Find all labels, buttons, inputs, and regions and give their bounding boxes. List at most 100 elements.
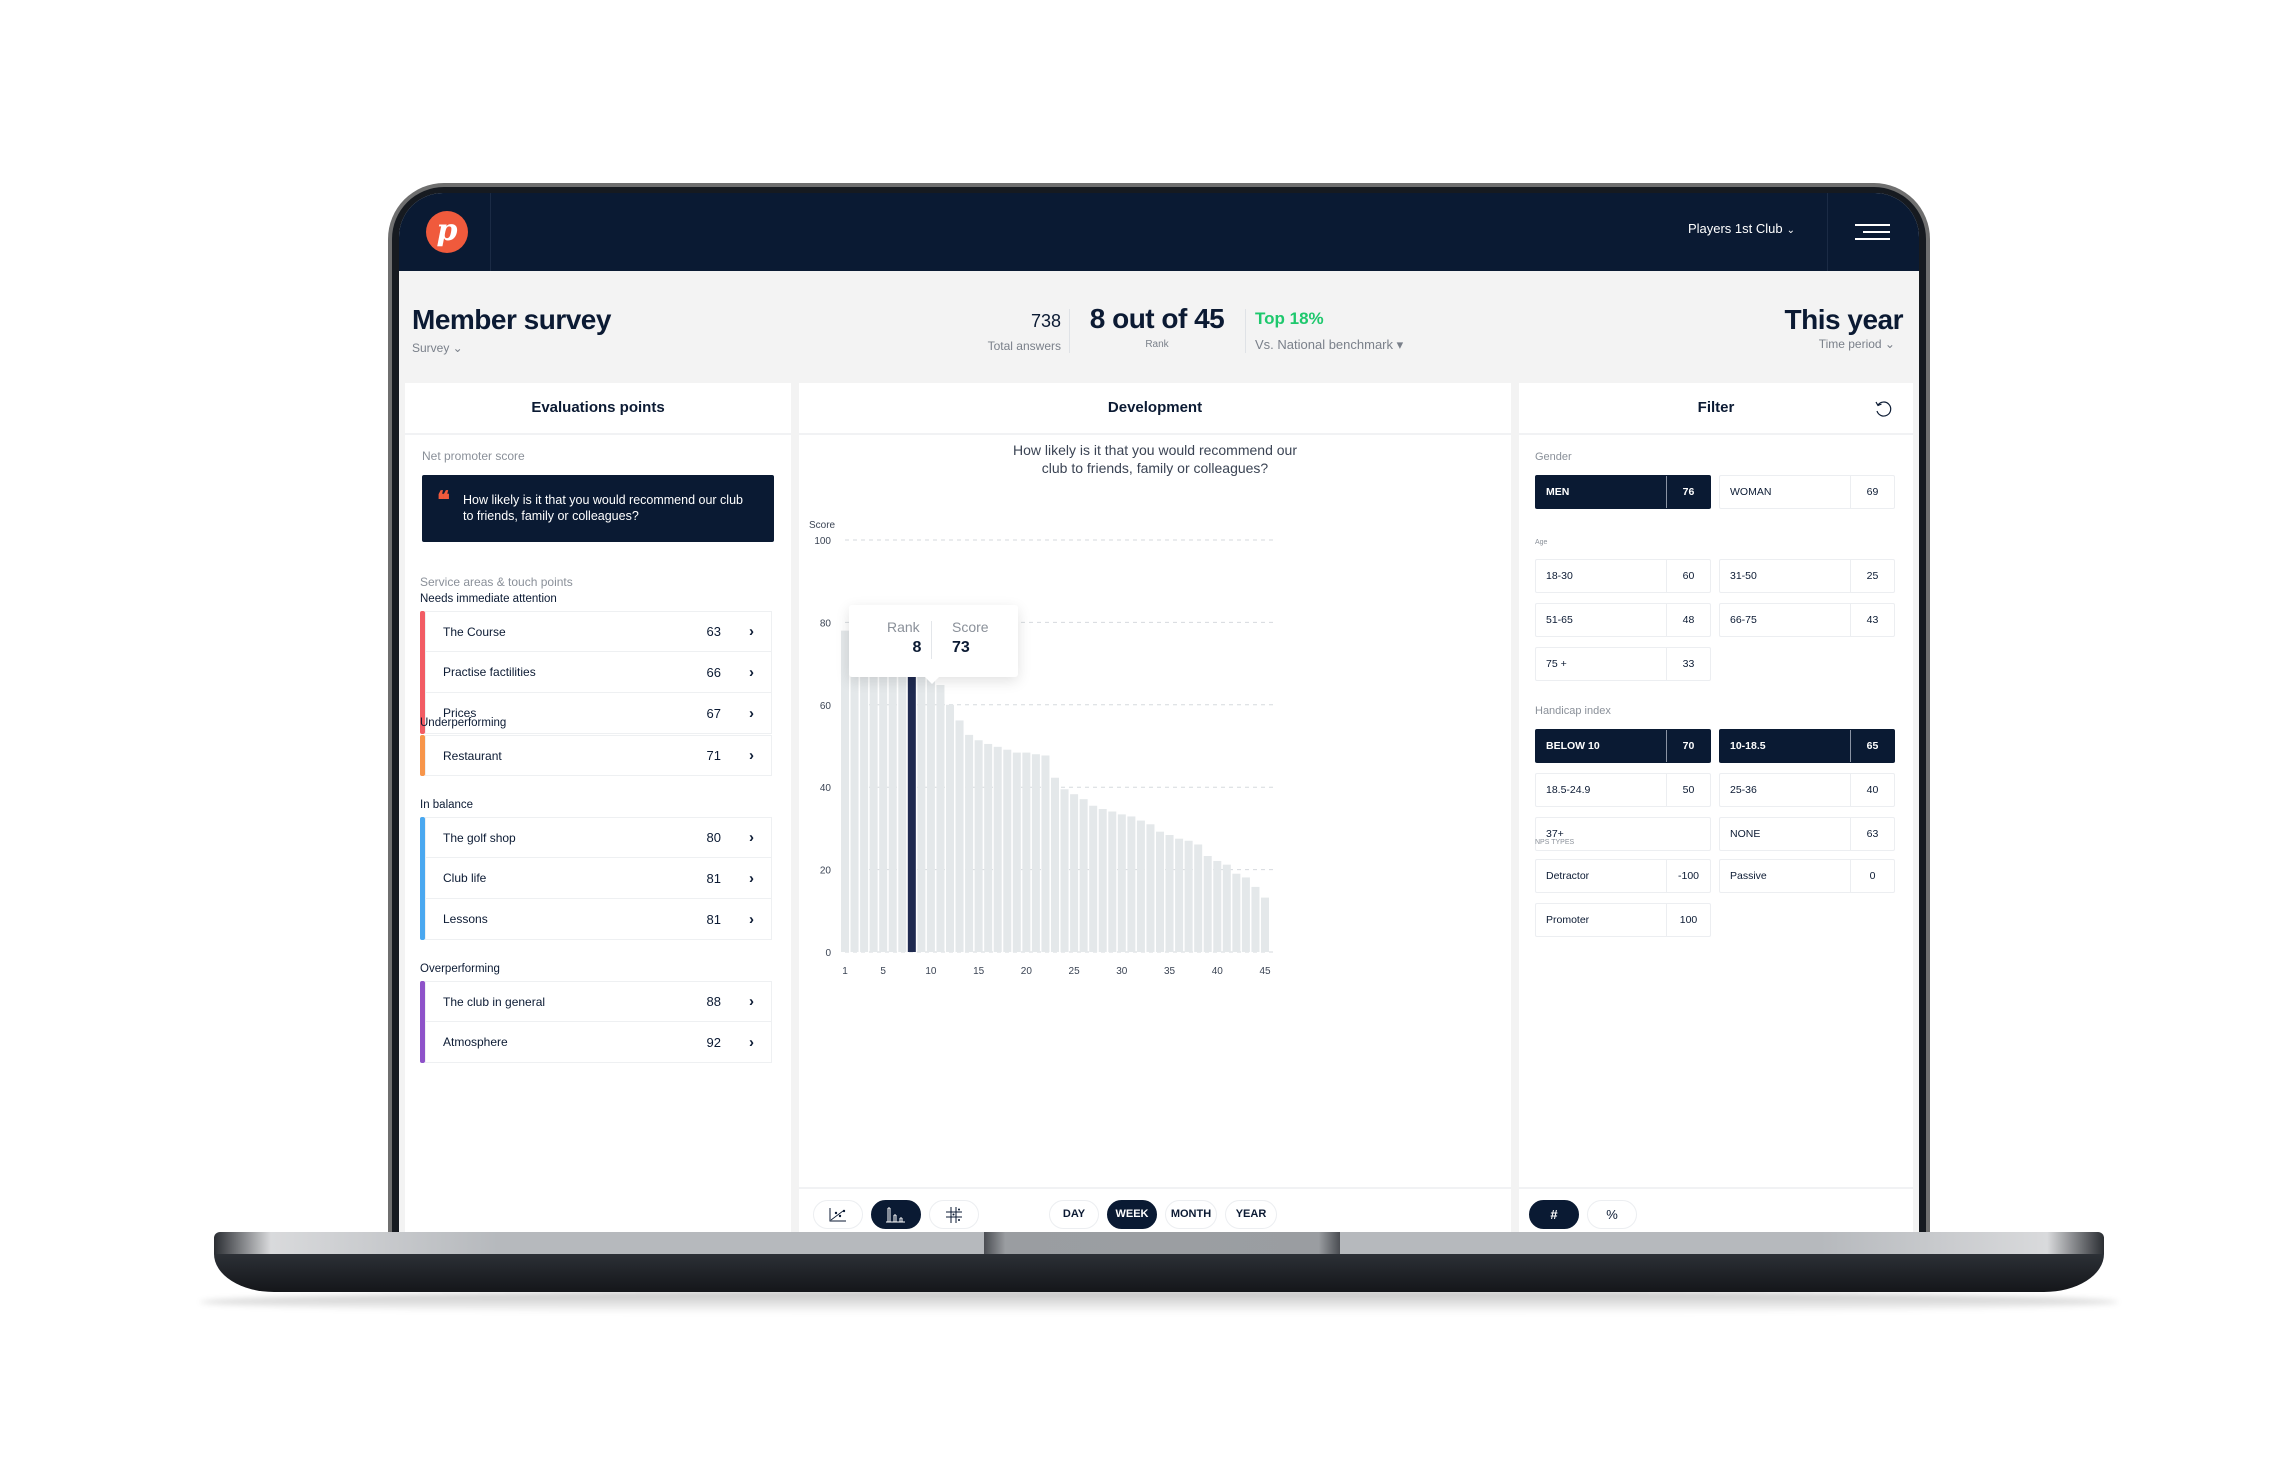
service-item-score: 81 — [706, 911, 721, 927]
chevron-down-icon: ⌄ — [1786, 225, 1795, 236]
bar — [917, 657, 926, 952]
chevron-right-icon[interactable]: › — [749, 705, 754, 722]
chevron-right-icon[interactable]: › — [749, 664, 754, 681]
menu-line — [1855, 238, 1890, 240]
development-panel: Development How likely is it that you wo… — [799, 383, 1511, 1239]
chevron-right-icon[interactable]: › — [749, 870, 754, 887]
bar — [936, 685, 945, 952]
filter-chip[interactable]: Promoter 100 — [1535, 903, 1711, 937]
chevron-right-icon[interactable]: › — [749, 747, 754, 764]
service-item-row[interactable]: Atmosphere 92 › — [425, 1022, 772, 1063]
period-week-button[interactable]: WEEK — [1107, 1200, 1157, 1229]
filter-panel: Filter Gender MEN 76 WOMAN 69 Age 18-30 60 31-50… — [1519, 383, 1913, 1239]
filter-section-label: Gender — [1535, 451, 1572, 463]
service-item-row[interactable]: The golf shop 80 › — [425, 817, 772, 858]
total-answers-label: Total answers — [987, 339, 1061, 353]
x-tick-label: 45 — [1259, 966, 1271, 977]
filter-chip-label: BELOW 10 — [1546, 740, 1600, 752]
filter-chip-label: Detractor — [1546, 870, 1590, 882]
filter-chip[interactable]: 25-36 40 — [1719, 773, 1895, 807]
filter-chip-label: 18-30 — [1546, 570, 1573, 582]
filter-chip[interactable]: 18.5-24.9 50 — [1535, 773, 1711, 807]
bar — [1175, 838, 1184, 952]
filter-chip[interactable]: BELOW 10 70 — [1535, 729, 1711, 763]
tooltip-score-value: 73 — [952, 639, 970, 656]
filter-chip[interactable]: NONE 63 — [1719, 817, 1895, 851]
benchmark-dropdown[interactable]: Vs. National benchmark ▾ — [1255, 337, 1403, 353]
filter-title-text: Filter — [1697, 399, 1735, 416]
service-group: The Course 63 › Practise factilities 66 › Pric… — [420, 611, 772, 734]
chevron-right-icon[interactable]: › — [749, 623, 754, 640]
scatter-chart-icon — [829, 1207, 846, 1221]
unit-count-button[interactable]: # — [1529, 1200, 1579, 1229]
filter-chip-label: 31-50 — [1730, 570, 1757, 582]
x-tick-label: 15 — [973, 966, 985, 977]
chevron-right-icon[interactable]: › — [749, 829, 754, 846]
filter-chip[interactable]: 51-65 48 — [1535, 603, 1711, 637]
logo-cell: p — [399, 193, 491, 271]
matrix-chart-icon — [946, 1206, 962, 1223]
survey-dropdown[interactable]: Survey ⌄ — [412, 341, 463, 355]
filter-chip[interactable]: 66-75 43 — [1719, 603, 1895, 637]
group-label: In balance — [420, 799, 474, 811]
period-day-button[interactable]: DAY — [1049, 1200, 1099, 1229]
time-period-dropdown[interactable]: Time period ⌄ — [1819, 337, 1895, 351]
laptop-mockup: p Players 1st Club ⌄ Member survey Surve… — [0, 0, 2278, 1465]
bar — [1060, 789, 1069, 952]
time-period-value: This year — [1784, 304, 1904, 335]
bar — [1041, 755, 1050, 952]
benchmark-value: Top 18% — [1255, 309, 1324, 328]
total-answers-value: 738 — [1030, 311, 1061, 331]
club-name: Players 1st Club — [1687, 221, 1783, 236]
filter-chip-label: 25-36 — [1730, 784, 1757, 796]
service-group: The golf shop 80 › Club life 81 › Lessons 81 › — [420, 817, 772, 940]
period-year-button[interactable]: YEAR — [1225, 1200, 1277, 1229]
filter-chip-value: 65 — [1850, 730, 1894, 762]
filter-chip[interactable]: 31-50 25 — [1719, 559, 1895, 593]
filter-chip[interactable]: 10-18.5 65 — [1719, 729, 1895, 763]
filter-chip[interactable]: MEN 76 — [1535, 475, 1711, 509]
y-tick-label: 40 — [820, 783, 832, 794]
tooltip-rank-label: Rank — [887, 619, 920, 635]
unit-percent-button[interactable]: % — [1587, 1200, 1637, 1229]
bar — [1012, 752, 1021, 952]
filter-chip[interactable]: WOMAN 69 — [1719, 475, 1895, 509]
chevron-right-icon[interactable]: › — [749, 993, 754, 1010]
reset-icon[interactable] — [1873, 399, 1893, 419]
brand-logo-icon[interactable]: p — [426, 211, 468, 253]
bar — [879, 647, 888, 952]
service-item-row[interactable]: The Course 63 › — [425, 611, 772, 652]
filter-chip[interactable]: 18-30 60 — [1535, 559, 1711, 593]
evaluations-panel: Evaluations points Net promoter score ❝ … — [405, 383, 791, 1239]
scatter-chart-button[interactable] — [813, 1200, 863, 1229]
bar-chart-button[interactable] — [871, 1200, 921, 1229]
hamburger-menu-icon[interactable] — [1855, 224, 1890, 240]
matrix-chart-button[interactable] — [929, 1200, 979, 1229]
filter-chip[interactable]: Detractor -100 — [1535, 859, 1711, 893]
bar — [1203, 856, 1212, 952]
filter-chip[interactable]: Passive 0 — [1719, 859, 1895, 893]
bar — [860, 638, 869, 952]
filter-chip-value: 0 — [1850, 860, 1894, 892]
filter-chip[interactable]: 75 + 33 — [1535, 647, 1711, 681]
club-selector[interactable]: Players 1st Club ⌄ — [1688, 221, 1795, 236]
x-tick-label: 30 — [1116, 966, 1128, 977]
nps-question-card[interactable]: ❝ How likely is it that you would recomm… — [422, 475, 774, 542]
chart-tooltip: Rank 8 Score 73 — [849, 605, 1018, 684]
service-item-row[interactable]: Lessons 81 › — [425, 899, 772, 940]
service-item-row[interactable]: The club in general 88 › — [425, 981, 772, 1022]
y-tick-label: 60 — [820, 701, 832, 712]
bar — [1165, 834, 1174, 952]
filter-title: Filter — [1519, 383, 1913, 435]
service-item-row[interactable]: Club life 81 › — [425, 858, 772, 899]
service-item-row[interactable]: Restaurant 71 › — [425, 735, 772, 776]
chevron-right-icon[interactable]: › — [749, 1034, 754, 1051]
service-group: Restaurant 71 › — [420, 735, 772, 776]
service-item-name: Lessons — [443, 912, 488, 926]
filter-chip-label: 66-75 — [1730, 614, 1757, 626]
service-item-row[interactable]: Practise factilities 66 › — [425, 652, 772, 693]
chevron-right-icon[interactable]: › — [749, 911, 754, 928]
period-month-button[interactable]: MONTH — [1165, 1200, 1217, 1229]
filter-chip-value: 70 — [1666, 730, 1710, 762]
filter-chip-value: 40 — [1850, 774, 1894, 806]
